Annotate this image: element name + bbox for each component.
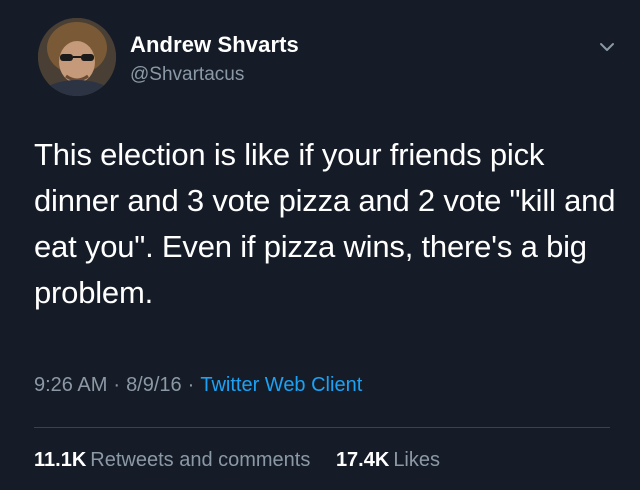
meta-separator: · <box>187 374 195 396</box>
avatar[interactable] <box>38 18 116 96</box>
tweet-meta: 9:26 AM · 8/9/16 · Twitter Web Client <box>34 374 362 397</box>
author-display-name[interactable]: Andrew Shvarts <box>130 32 299 58</box>
meta-separator: · <box>113 374 121 396</box>
tweet-text: This election is like if your friends pi… <box>34 137 616 310</box>
tweet-source-link[interactable]: Twitter Web Client <box>200 374 362 396</box>
retweets-label: Retweets and comments <box>90 449 311 471</box>
chevron-down-icon[interactable] <box>596 36 618 58</box>
likes-stat[interactable]: 17.4K Likes <box>336 449 440 472</box>
tweet-stats: 11.1K Retweets and comments 17.4K Likes <box>34 449 460 472</box>
tweet-time[interactable]: 9:26 AM <box>34 374 107 396</box>
likes-label: Likes <box>393 449 441 471</box>
author-handle[interactable]: @Shvartacus <box>130 64 244 86</box>
profile-photo-icon <box>38 18 116 96</box>
retweets-stat[interactable]: 11.1K Retweets and comments <box>34 449 310 472</box>
likes-count: 17.4K <box>335 449 390 471</box>
tweet-date[interactable]: 8/9/16 <box>126 374 182 396</box>
retweets-count: 11.1K <box>34 449 87 471</box>
divider <box>34 427 610 428</box>
tweet-card: Andrew Shvarts @Shvartacus This election… <box>0 0 640 490</box>
